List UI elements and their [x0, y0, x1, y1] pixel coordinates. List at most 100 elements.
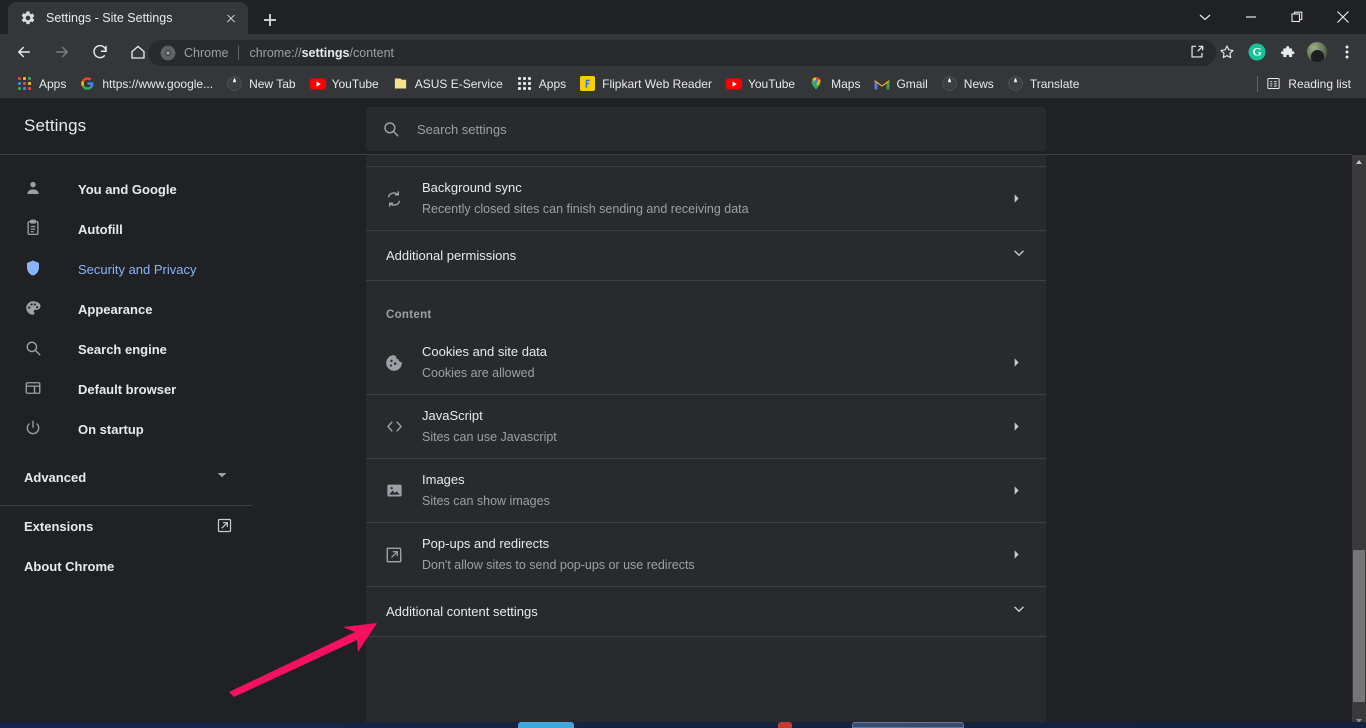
- close-window-icon[interactable]: [1320, 0, 1366, 34]
- restore-icon[interactable]: [1274, 0, 1320, 34]
- window-controls: [1182, 0, 1366, 34]
- collapse-row-additional-permissions[interactable]: Additional permissions: [366, 231, 1046, 281]
- avatar-icon[interactable]: [1302, 36, 1332, 68]
- setting-row-title: JavaScript: [422, 408, 483, 423]
- setting-row-cookies-and-site-data[interactable]: Cookies and site data Cookies are allowe…: [366, 331, 1046, 395]
- settings-content-area: You and Google Autofill Security and Pri…: [0, 154, 1352, 728]
- search-settings-box[interactable]: Search settings: [366, 107, 1046, 151]
- puzzle-icon[interactable]: [1272, 36, 1302, 68]
- bookmark-apps-2[interactable]: Apps: [510, 73, 573, 95]
- bookmark-youtube[interactable]: YouTube: [303, 73, 386, 95]
- bookmark-label: Maps: [831, 77, 861, 91]
- close-icon[interactable]: [222, 9, 240, 27]
- bookmarks-separator: [1257, 76, 1259, 92]
- reload-icon[interactable]: [84, 36, 116, 68]
- bookmark-gmail[interactable]: Gmail: [867, 73, 934, 95]
- grammarly-extension-icon[interactable]: G: [1242, 36, 1272, 68]
- chevron-right-icon[interactable]: [1006, 549, 1026, 560]
- gear-icon: [20, 10, 36, 26]
- setting-row-javascript[interactable]: JavaScript Sites can use Javascript: [366, 395, 1046, 459]
- new-tab-button[interactable]: [256, 6, 284, 34]
- bookmark-label: Gmail: [896, 77, 928, 91]
- chevron-down-icon[interactable]: [1012, 602, 1026, 621]
- chevron-down-icon[interactable]: [1182, 0, 1228, 34]
- sidebar-item-extensions[interactable]: Extensions: [0, 506, 256, 546]
- three-dot-menu-icon[interactable]: [1332, 36, 1362, 68]
- chrome-logo-icon: [160, 45, 176, 61]
- taskbar-app-3[interactable]: [852, 722, 964, 728]
- sidebar-item-label: Appearance: [78, 301, 153, 317]
- browser-tab[interactable]: Settings - Site Settings: [8, 2, 248, 34]
- sidebar-item-appearance[interactable]: Appearance: [0, 289, 256, 329]
- setting-row-text: Background sync Recently closed sites ca…: [422, 167, 1006, 230]
- taskbar-app-1[interactable]: [518, 722, 574, 728]
- bookmark-youtube-2[interactable]: YouTube: [719, 73, 802, 95]
- bookmark-news[interactable]: News: [935, 73, 1001, 95]
- scrollbar-thumb[interactable]: [1353, 550, 1365, 702]
- windows-taskbar: [0, 722, 1366, 728]
- bookmark-label: YouTube: [747, 77, 796, 91]
- sidebar-item-default-browser[interactable]: Default browser: [0, 369, 256, 409]
- collapse-row-additional-content-settings[interactable]: Additional content settings: [366, 587, 1046, 637]
- bookmark-maps[interactable]: Maps: [802, 73, 867, 95]
- sidebar-advanced-label: Advanced: [24, 469, 87, 485]
- forward-icon[interactable]: [46, 36, 78, 68]
- bookmarks-bar: Apps https://www.google... New Tab YouTu…: [0, 70, 1366, 98]
- omnibox-separator: [238, 46, 240, 60]
- bookmark-label: New Tab: [249, 77, 296, 91]
- address-bar[interactable]: Chrome chrome://settings/content: [148, 40, 1216, 66]
- setting-row-title: Images: [422, 472, 465, 487]
- shield-icon: [24, 259, 44, 279]
- settings-sidebar: You and Google Autofill Security and Pri…: [0, 155, 256, 728]
- setting-row-popups-and-redirects[interactable]: Pop-ups and redirects Don't allow sites …: [366, 523, 1046, 587]
- globe-icon: [227, 76, 243, 92]
- reading-list-label: Reading list: [1288, 77, 1351, 91]
- back-icon[interactable]: [8, 36, 40, 68]
- bookmark-asus-e-service[interactable]: ASUS E-Service: [386, 73, 510, 95]
- setting-row-background-sync[interactable]: Background sync Recently closed sites ca…: [366, 167, 1046, 231]
- bookmark-label: https://www.google...: [102, 77, 214, 91]
- apps-grid-icon: [517, 76, 533, 92]
- share-icon[interactable]: [1182, 36, 1212, 68]
- omnibox-chip: Chrome: [184, 46, 229, 60]
- bookmark-apps[interactable]: Apps: [10, 73, 73, 95]
- chevron-right-icon[interactable]: [1006, 485, 1026, 496]
- chevron-right-icon[interactable]: [1006, 357, 1026, 368]
- sidebar-item-search-engine[interactable]: Search engine: [0, 329, 256, 369]
- star-icon[interactable]: [1212, 36, 1242, 68]
- cookie-icon: [366, 353, 422, 373]
- sidebar-item-label: Search engine: [78, 341, 167, 357]
- reading-list-button[interactable]: Reading list: [1242, 73, 1358, 95]
- sidebar-item-about-chrome[interactable]: About Chrome: [0, 546, 256, 586]
- bookmark-translate[interactable]: Translate: [1001, 73, 1087, 95]
- page-scrollbar[interactable]: [1352, 155, 1366, 728]
- sync-icon: [366, 189, 422, 209]
- sidebar-item-advanced[interactable]: Advanced: [0, 457, 256, 497]
- power-icon: [24, 419, 44, 439]
- sidebar-item-security-and-privacy[interactable]: Security and Privacy: [0, 249, 256, 289]
- sidebar-item-you-and-google[interactable]: You and Google: [0, 169, 256, 209]
- bookmark-google[interactable]: https://www.google...: [73, 73, 220, 95]
- browser-window-icon: [24, 379, 44, 399]
- search-input[interactable]: Search settings: [417, 122, 507, 137]
- minimize-icon[interactable]: [1228, 0, 1274, 34]
- setting-row-subtitle: Recently closed sites can finish sending…: [422, 202, 749, 216]
- scroll-up-arrow-icon[interactable]: [1352, 155, 1366, 169]
- chevron-right-icon[interactable]: [1006, 193, 1026, 204]
- clipboard-icon: [24, 219, 44, 239]
- setting-row-title: Background sync: [422, 180, 522, 195]
- setting-row-images[interactable]: Images Sites can show images: [366, 459, 1046, 523]
- settings-header: Settings Search settings: [0, 98, 1366, 154]
- sidebar-item-on-startup[interactable]: On startup: [0, 409, 256, 449]
- chevron-down-icon[interactable]: [1012, 246, 1026, 265]
- taskbar-app-2[interactable]: [778, 722, 792, 728]
- settings-page: Settings Search settings You and Google …: [0, 98, 1366, 728]
- bookmark-label: Apps: [39, 77, 67, 91]
- bookmark-new-tab[interactable]: New Tab: [220, 73, 302, 95]
- settings-main-column: Background sync Recently closed sites ca…: [366, 155, 1046, 728]
- sidebar-item-autofill[interactable]: Autofill: [0, 209, 256, 249]
- google-icon: [80, 76, 96, 92]
- folder-icon: [393, 76, 409, 92]
- chevron-right-icon[interactable]: [1006, 421, 1026, 432]
- bookmark-flipkart-web-reader[interactable]: Flipkart Web Reader: [573, 73, 719, 95]
